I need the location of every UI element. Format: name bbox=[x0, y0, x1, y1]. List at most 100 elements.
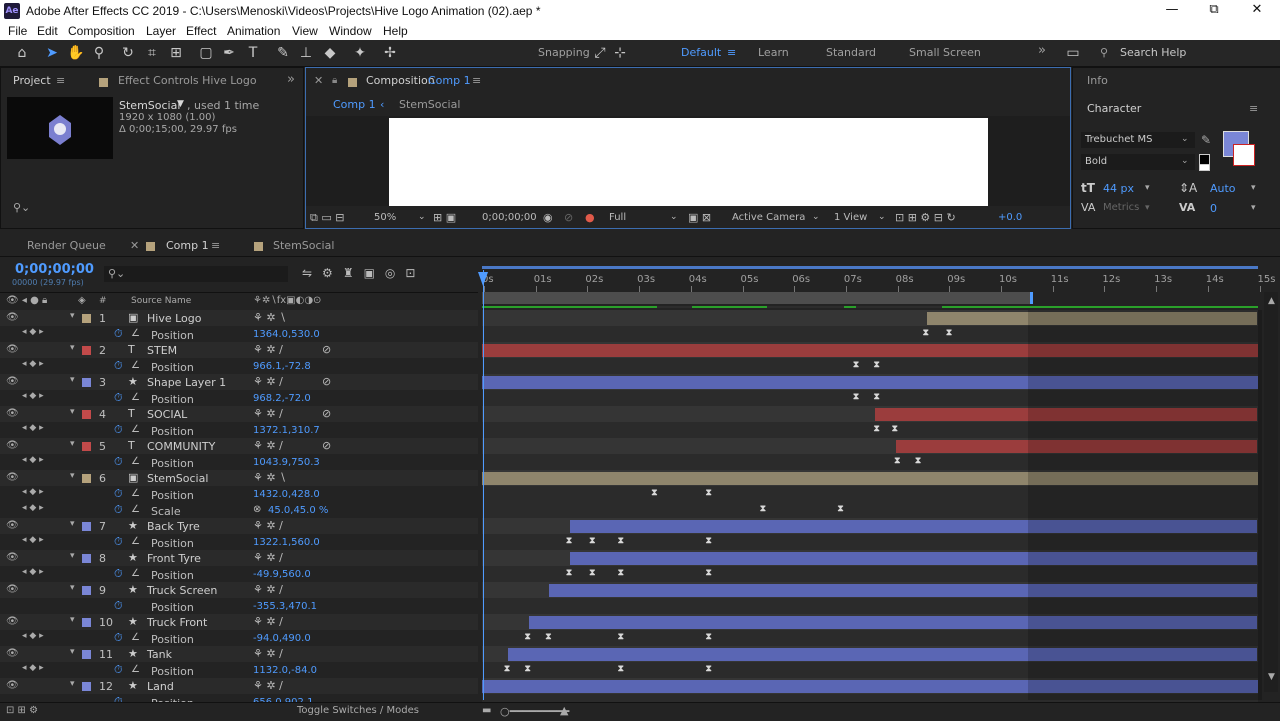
stopwatch-icon[interactable]: ⏱ bbox=[114, 487, 123, 501]
zoom-dropdown-icon[interactable]: ⌄ bbox=[418, 212, 426, 222]
expand-caret-icon[interactable]: ▾ bbox=[70, 471, 75, 481]
keyframe-marker[interactable]: ⧗ bbox=[589, 536, 595, 546]
expand-caret-icon[interactable]: ▾ bbox=[70, 375, 75, 385]
label-color-swatch[interactable] bbox=[82, 554, 91, 563]
clone-stamp-tool-icon[interactable]: ⊥ bbox=[296, 43, 316, 63]
expand-caret-icon[interactable]: ▾ bbox=[70, 647, 75, 657]
zoom-tool-icon[interactable]: ⚲ bbox=[89, 43, 109, 63]
font-size-dropdown-icon[interactable]: ▾ bbox=[1145, 183, 1150, 193]
menu-view[interactable]: View bbox=[292, 24, 318, 38]
keyframe-marker[interactable]: ⧗ bbox=[874, 360, 880, 370]
graph-icon[interactable]: ∠ bbox=[131, 328, 140, 339]
property-value[interactable]: 1132.0,-84.0 bbox=[253, 665, 317, 676]
layer-switches-icons[interactable]: ⚘ ✲ ∕ bbox=[253, 439, 283, 452]
maximize-button[interactable]: ⧉ bbox=[1194, 2, 1234, 17]
layer-switches-icons[interactable]: ⚘ ✲ ∖ bbox=[253, 311, 286, 324]
work-area-bar[interactable] bbox=[480, 263, 1260, 271]
layer-row[interactable]: 👁︎ ▾ 10 ★ Truck Front ⚘ ✲ ∕ bbox=[0, 614, 478, 630]
stopwatch-icon[interactable]: ⏱ bbox=[114, 503, 123, 517]
home-icon[interactable]: ⌂ bbox=[12, 43, 32, 63]
property-value[interactable]: -94.0,490.0 bbox=[253, 633, 311, 644]
property-value[interactable]: 968.2,-72.0 bbox=[253, 393, 311, 404]
zoom-out-icon[interactable]: ▬ bbox=[482, 705, 491, 716]
stroke-color-swatch[interactable] bbox=[1233, 144, 1255, 166]
layer-row[interactable]: 👁︎ ▾ 1 ▣ Hive Logo ⚘ ✲ ∖ bbox=[0, 310, 478, 326]
keyframe-marker[interactable]: ⧗ bbox=[705, 632, 711, 642]
layer-name[interactable]: Land bbox=[147, 680, 174, 693]
keyframe-marker[interactable]: ⧗ bbox=[874, 392, 880, 402]
timeline-search-input[interactable]: ⚲⌄ bbox=[104, 266, 288, 282]
viewer-icons[interactable]: ⧉ ▭ ⊟ bbox=[310, 211, 344, 225]
layer-row[interactable]: 👁︎ ▾ 7 ★ Back Tyre ⚘ ✲ ∕ bbox=[0, 518, 478, 534]
label-color-swatch[interactable] bbox=[82, 346, 91, 355]
minimize-button[interactable]: — bbox=[1152, 2, 1192, 17]
eye-icon[interactable]: 👁︎ bbox=[6, 552, 19, 563]
zoom-select[interactable]: 50% bbox=[374, 212, 396, 223]
grid-icon[interactable]: ⊞ ▣ bbox=[433, 211, 456, 224]
label-color-swatch[interactable] bbox=[82, 650, 91, 659]
keyframe-marker[interactable]: ⧗ bbox=[760, 504, 766, 514]
keyframe-nav-icon[interactable]: ◂ ◆ ▸ bbox=[22, 423, 44, 433]
layer-name[interactable]: COMMUNITY bbox=[147, 440, 215, 453]
layer-switches-icons[interactable]: ⚘ ✲ ∕ bbox=[253, 647, 283, 660]
label-color-swatch[interactable] bbox=[82, 378, 91, 387]
resolution-select[interactable]: Full bbox=[609, 212, 626, 223]
layer-name[interactable]: Tank bbox=[147, 648, 172, 661]
keyframe-nav-icon[interactable]: ◂ ◆ ▸ bbox=[22, 663, 44, 673]
project-search-icon[interactable]: ⚲⌄ bbox=[13, 201, 30, 214]
layer-name[interactable]: STEM bbox=[147, 344, 177, 357]
eye-icon[interactable]: 👁︎ bbox=[6, 312, 19, 323]
tracking-dropdown-icon[interactable]: ▾ bbox=[1251, 203, 1256, 213]
keyframe-marker[interactable]: ⧗ bbox=[566, 568, 572, 578]
viewer-extra-icons[interactable]: ⊡ ⊞ ⚙ ⊟ ↻ bbox=[895, 211, 956, 224]
timeline-switch-icons[interactable]: ⇋⚙♜▣◎⊡ bbox=[302, 266, 425, 280]
eye-icon[interactable]: 👁︎ bbox=[6, 616, 19, 627]
workspace-menu-icon[interactable]: ≡ bbox=[727, 46, 736, 59]
font-family-dropdown-icon[interactable]: ⌄ bbox=[1181, 134, 1189, 144]
tab-composition-name[interactable]: Comp 1 bbox=[428, 74, 471, 87]
expand-caret-icon[interactable]: ▾ bbox=[70, 615, 75, 625]
keyframe-marker[interactable]: ⧗ bbox=[618, 632, 624, 642]
keyframe-marker[interactable]: ⧗ bbox=[651, 488, 657, 498]
constrain-proportions-icon[interactable]: ⊗ bbox=[253, 504, 261, 515]
work-area-end-handle[interactable] bbox=[1030, 292, 1033, 304]
property-value[interactable]: -49.9,560.0 bbox=[253, 569, 311, 580]
stopwatch-icon[interactable]: ⏱ bbox=[114, 423, 123, 437]
region-interest-icon[interactable]: ▣ ⊠ bbox=[688, 211, 711, 224]
exposure-value[interactable]: +0.0 bbox=[998, 212, 1022, 223]
keyframe-marker[interactable]: ⧗ bbox=[853, 360, 859, 370]
menu-help[interactable]: Help bbox=[383, 24, 408, 38]
font-style-select[interactable]: Bold bbox=[1081, 154, 1195, 170]
property-value[interactable]: 1364.0,530.0 bbox=[253, 329, 320, 340]
stopwatch-icon[interactable]: ⏱ bbox=[114, 535, 123, 549]
menu-edit[interactable]: Edit bbox=[37, 24, 58, 38]
search-help-input[interactable]: Search Help bbox=[1120, 46, 1186, 59]
column-source-name[interactable]: Source Name bbox=[131, 296, 191, 306]
eye-icon[interactable]: 👁︎ bbox=[6, 648, 19, 659]
breadcrumb-comp1[interactable]: Comp 1 bbox=[333, 98, 376, 111]
keyframe-marker[interactable]: ⧗ bbox=[589, 568, 595, 578]
keyframe-marker[interactable]: ⧗ bbox=[874, 424, 880, 434]
keyframe-nav-icon[interactable]: ◂ ◆ ▸ bbox=[22, 487, 44, 497]
stopwatch-icon[interactable]: ⏱ bbox=[114, 663, 123, 677]
workspace-default[interactable]: Default bbox=[681, 46, 721, 59]
keyframe-marker[interactable]: ⧗ bbox=[946, 328, 952, 338]
expand-caret-icon[interactable]: ▾ bbox=[70, 679, 75, 689]
keyframe-nav-icon[interactable]: ◂ ◆ ▸ bbox=[22, 535, 44, 545]
layer-row[interactable]: 👁︎ ▾ 6 ▣ StemSocial ⚘ ✲ ∖ bbox=[0, 470, 478, 486]
label-color-swatch[interactable] bbox=[82, 586, 91, 595]
eraser-tool-icon[interactable]: ◆ bbox=[320, 43, 340, 63]
layer-switches-icons[interactable]: ⚘ ✲ ∕ bbox=[253, 343, 283, 356]
composition-menu-icon[interactable]: ≡ bbox=[472, 74, 481, 87]
kerning-value[interactable]: Metrics bbox=[1103, 202, 1139, 213]
views-select[interactable]: 1 View bbox=[834, 212, 867, 223]
property-row[interactable]: ◂ ◆ ▸ ⏱ ∠ Position -49.9,560.0 bbox=[0, 566, 478, 582]
eye-icon[interactable]: 👁︎ bbox=[6, 472, 19, 483]
timeline-timecode[interactable]: 0;00;00;00 bbox=[15, 262, 94, 277]
eye-icon[interactable]: 👁︎ bbox=[6, 680, 19, 691]
graph-icon[interactable]: ∠ bbox=[131, 504, 140, 515]
project-menu-icon[interactable]: ≡ bbox=[56, 74, 65, 87]
leading-dropdown-icon[interactable]: ▾ bbox=[1251, 183, 1256, 193]
keyframe-nav-icon[interactable]: ◂ ◆ ▸ bbox=[22, 327, 44, 337]
item-dropdown-icon[interactable]: ▼ bbox=[177, 99, 184, 109]
